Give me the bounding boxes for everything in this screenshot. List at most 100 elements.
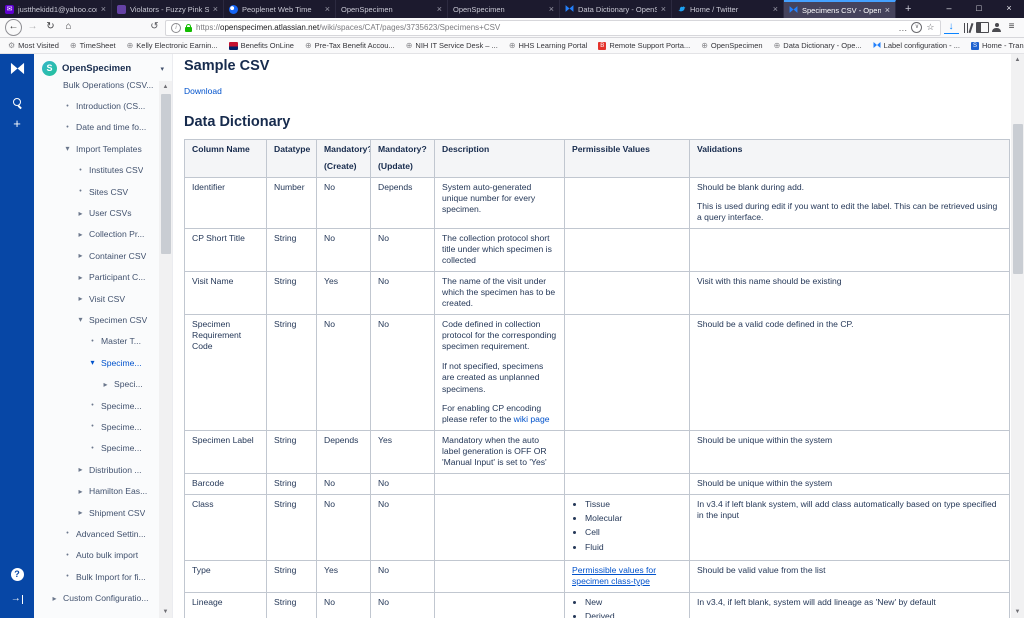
browser-tab[interactable]: Violators - Fuzzy Pink Slipper × (112, 0, 224, 18)
tab-close-icon[interactable]: × (549, 4, 554, 14)
pocket-icon[interactable]: ∨ (911, 22, 923, 33)
sidebar-item-auto-bulk-import[interactable]: • Auto bulk import (34, 545, 159, 566)
home-button[interactable]: ⌂ (61, 20, 76, 35)
sidebar-item-master-t[interactable]: • Master T... (34, 331, 159, 352)
scroll-up-icon[interactable]: ▲ (1011, 54, 1024, 66)
chevron-right-icon: ▸ (78, 465, 83, 475)
maximize-button[interactable]: □ (964, 0, 994, 18)
browser-tab[interactable]: OpenSpecimen × (336, 0, 448, 18)
browser-tab[interactable]: Data Dictionary - OpenSpeci × (560, 0, 672, 18)
library-icon[interactable] (962, 22, 974, 33)
scroll-up-icon[interactable]: ▲ (159, 81, 172, 93)
tab-close-icon[interactable]: × (885, 5, 890, 15)
bookmark-item[interactable]: ⊕ NIH IT Service Desk – ... (406, 41, 498, 50)
sidebar-item-import-templates[interactable]: ▾ Import Templates (34, 138, 159, 159)
tab-title: OpenSpecimen (341, 4, 393, 14)
bookmark-item[interactable]: ⊕ Kelly Electronic Earnin... (127, 41, 218, 50)
close-button[interactable]: × (994, 0, 1024, 18)
bookmarks-bar: ⚙ Most Visited ⊕ TimeSheet ⊕ Kelly Electron… (0, 38, 1024, 54)
sidebar-item-date-time[interactable]: • Date and time fo... (34, 117, 159, 138)
sidebar-item-institutes-csv[interactable]: • Institutes CSV (34, 160, 159, 181)
bookmark-item[interactable]: ⊕ OpenSpecimen (701, 41, 762, 50)
browser-tab[interactable]: OpenSpecimen × (448, 0, 560, 18)
tab-close-icon[interactable]: × (437, 4, 442, 14)
sidebar-item-shipment-csv[interactable]: ▸ Shipment CSV (34, 502, 159, 523)
help-icon[interactable]: ? (0, 564, 34, 582)
bookmark-item[interactable]: Label configuration - ... (873, 41, 960, 51)
bookmark-item[interactable]: ⊕ Data Dictionary - Ope... (774, 41, 862, 50)
history-icon[interactable]: ↺ (147, 20, 162, 35)
sidebar-scrollbar[interactable]: ▲ ▼ (159, 81, 172, 618)
bookmark-item[interactable]: ⊕ HHS Learning Portal (509, 41, 588, 50)
tab-close-icon[interactable]: × (213, 4, 218, 14)
chevron-right-icon: ▸ (52, 593, 57, 603)
browser-tab-active[interactable]: Specimens CSV - OpenSpeci × (784, 0, 896, 18)
sidebar-item-specime[interactable]: • Specime... (34, 438, 159, 459)
sidebar-item-container-csv[interactable]: ▸ Container CSV (34, 245, 159, 266)
sidebar-item-hamilton[interactable]: ▸ Hamilton Eas... (34, 480, 159, 501)
sidebar-item-bulk-operations[interactable]: Bulk Operations (CSV... (34, 81, 159, 95)
sidebar-item-specimens-selected[interactable]: ▾ Specime... (34, 352, 159, 373)
bookmark-item[interactable]: B Remote Support Porta... (598, 41, 690, 50)
tab-close-icon[interactable]: × (773, 4, 778, 14)
download-link[interactable]: Download (184, 86, 222, 96)
address-bar[interactable]: i https://openspecimen.atlassian.net/wik… (165, 19, 941, 36)
space-header[interactable]: S OpenSpecimen ▾ (34, 54, 172, 81)
bookmark-item[interactable]: Benefits OnLine (228, 41, 294, 50)
bookmark-item[interactable]: SHome - Translational ... (970, 41, 1024, 50)
sidebar-item-specimen-csv[interactable]: ▾ Specimen CSV (34, 309, 159, 330)
site-info-icon[interactable]: i (171, 22, 181, 33)
reload-button[interactable]: ↻ (43, 20, 58, 35)
tab-close-icon[interactable]: × (661, 4, 666, 14)
scroll-down-icon[interactable]: ▼ (159, 606, 172, 618)
lock-icon[interactable] (185, 23, 192, 32)
sidebar-item-specime[interactable]: • Specime... (34, 416, 159, 437)
sidebar-item-specime[interactable]: • Specime... (34, 395, 159, 416)
new-tab-button[interactable]: + (896, 0, 920, 18)
sidebar-item-advanced-settings[interactable]: • Advanced Settin... (34, 523, 159, 544)
sidebar-item-visit-csv[interactable]: ▸ Visit CSV (34, 288, 159, 309)
sidebar-toggle-icon[interactable] (976, 22, 989, 33)
chevron-down-icon: ▾ (65, 144, 70, 154)
downloads-icon[interactable]: ↓ (943, 21, 959, 34)
bookmark-item[interactable]: ⊕ TimeSheet (70, 41, 116, 50)
bookmark-item[interactable]: ⊕ Pre-Tax Benefit Accou... (305, 41, 395, 50)
chevron-down-icon[interactable]: ▾ (160, 65, 168, 73)
tab-close-icon[interactable]: × (325, 4, 330, 14)
bookmark-star-icon[interactable]: ☆ (926, 22, 934, 33)
tab-title: Data Dictionary - OpenSpeci (578, 4, 657, 14)
sidebar-item-user-csvs[interactable]: ▸ User CSVs (34, 202, 159, 223)
menu-icon[interactable]: ≡ (1004, 20, 1019, 35)
scrollbar-thumb[interactable] (1012, 124, 1023, 274)
sidebar-item-bulk-import-for-fi[interactable]: • Bulk Import for fi... (34, 566, 159, 587)
bookmark-most-visited[interactable]: ⚙ Most Visited (8, 41, 59, 50)
sidebar-item-sites-csv[interactable]: • Sites CSV (34, 181, 159, 202)
search-icon[interactable] (0, 94, 34, 112)
scrollbar-thumb[interactable] (160, 94, 171, 254)
confluence-logo-icon[interactable] (0, 61, 34, 81)
wiki-page-link[interactable]: wiki page (514, 414, 550, 424)
back-button[interactable]: ← (5, 19, 22, 36)
sidebar-item-collection-pr[interactable]: ▸ Collection Pr... (34, 224, 159, 245)
forward-button[interactable]: → (25, 20, 40, 35)
tab-close-icon[interactable]: × (101, 4, 106, 14)
sidebar-item-distribution[interactable]: ▸ Distribution ... (34, 459, 159, 480)
account-icon[interactable] (992, 23, 1001, 32)
scroll-down-icon[interactable]: ▼ (1011, 606, 1024, 618)
permissible-values-class-type-link[interactable]: Permissible values for specimen class-ty… (572, 565, 656, 586)
sidebar-item-speci[interactable]: ▸ Speci... (34, 373, 159, 394)
sidebar-item-introduction[interactable]: • Introduction (CS... (34, 95, 159, 116)
sidebar-item-custom-configuration[interactable]: ▸ Custom Configuratio... (34, 587, 159, 608)
sign-out-icon[interactable]: → (0, 588, 34, 606)
create-button[interactable]: + (0, 116, 34, 131)
chevron-right-icon: ▸ (78, 294, 83, 304)
browser-tab[interactable]: ✉ justthekidd1@yahoo.com - Y × (0, 0, 112, 18)
page-actions-icon[interactable]: … (898, 23, 907, 33)
chevron-right-icon: ▸ (78, 272, 83, 282)
page-scrollbar[interactable]: ▲ ▼ (1011, 54, 1024, 618)
browser-tab[interactable]: Home / Twitter × (672, 0, 784, 18)
url-text[interactable]: https://openspecimen.atlassian.net/wiki/… (196, 23, 894, 32)
minimize-button[interactable]: – (934, 0, 964, 18)
browser-tab[interactable]: Peoplenet Web Time × (224, 0, 336, 18)
sidebar-item-participant[interactable]: ▸ Participant C... (34, 267, 159, 288)
